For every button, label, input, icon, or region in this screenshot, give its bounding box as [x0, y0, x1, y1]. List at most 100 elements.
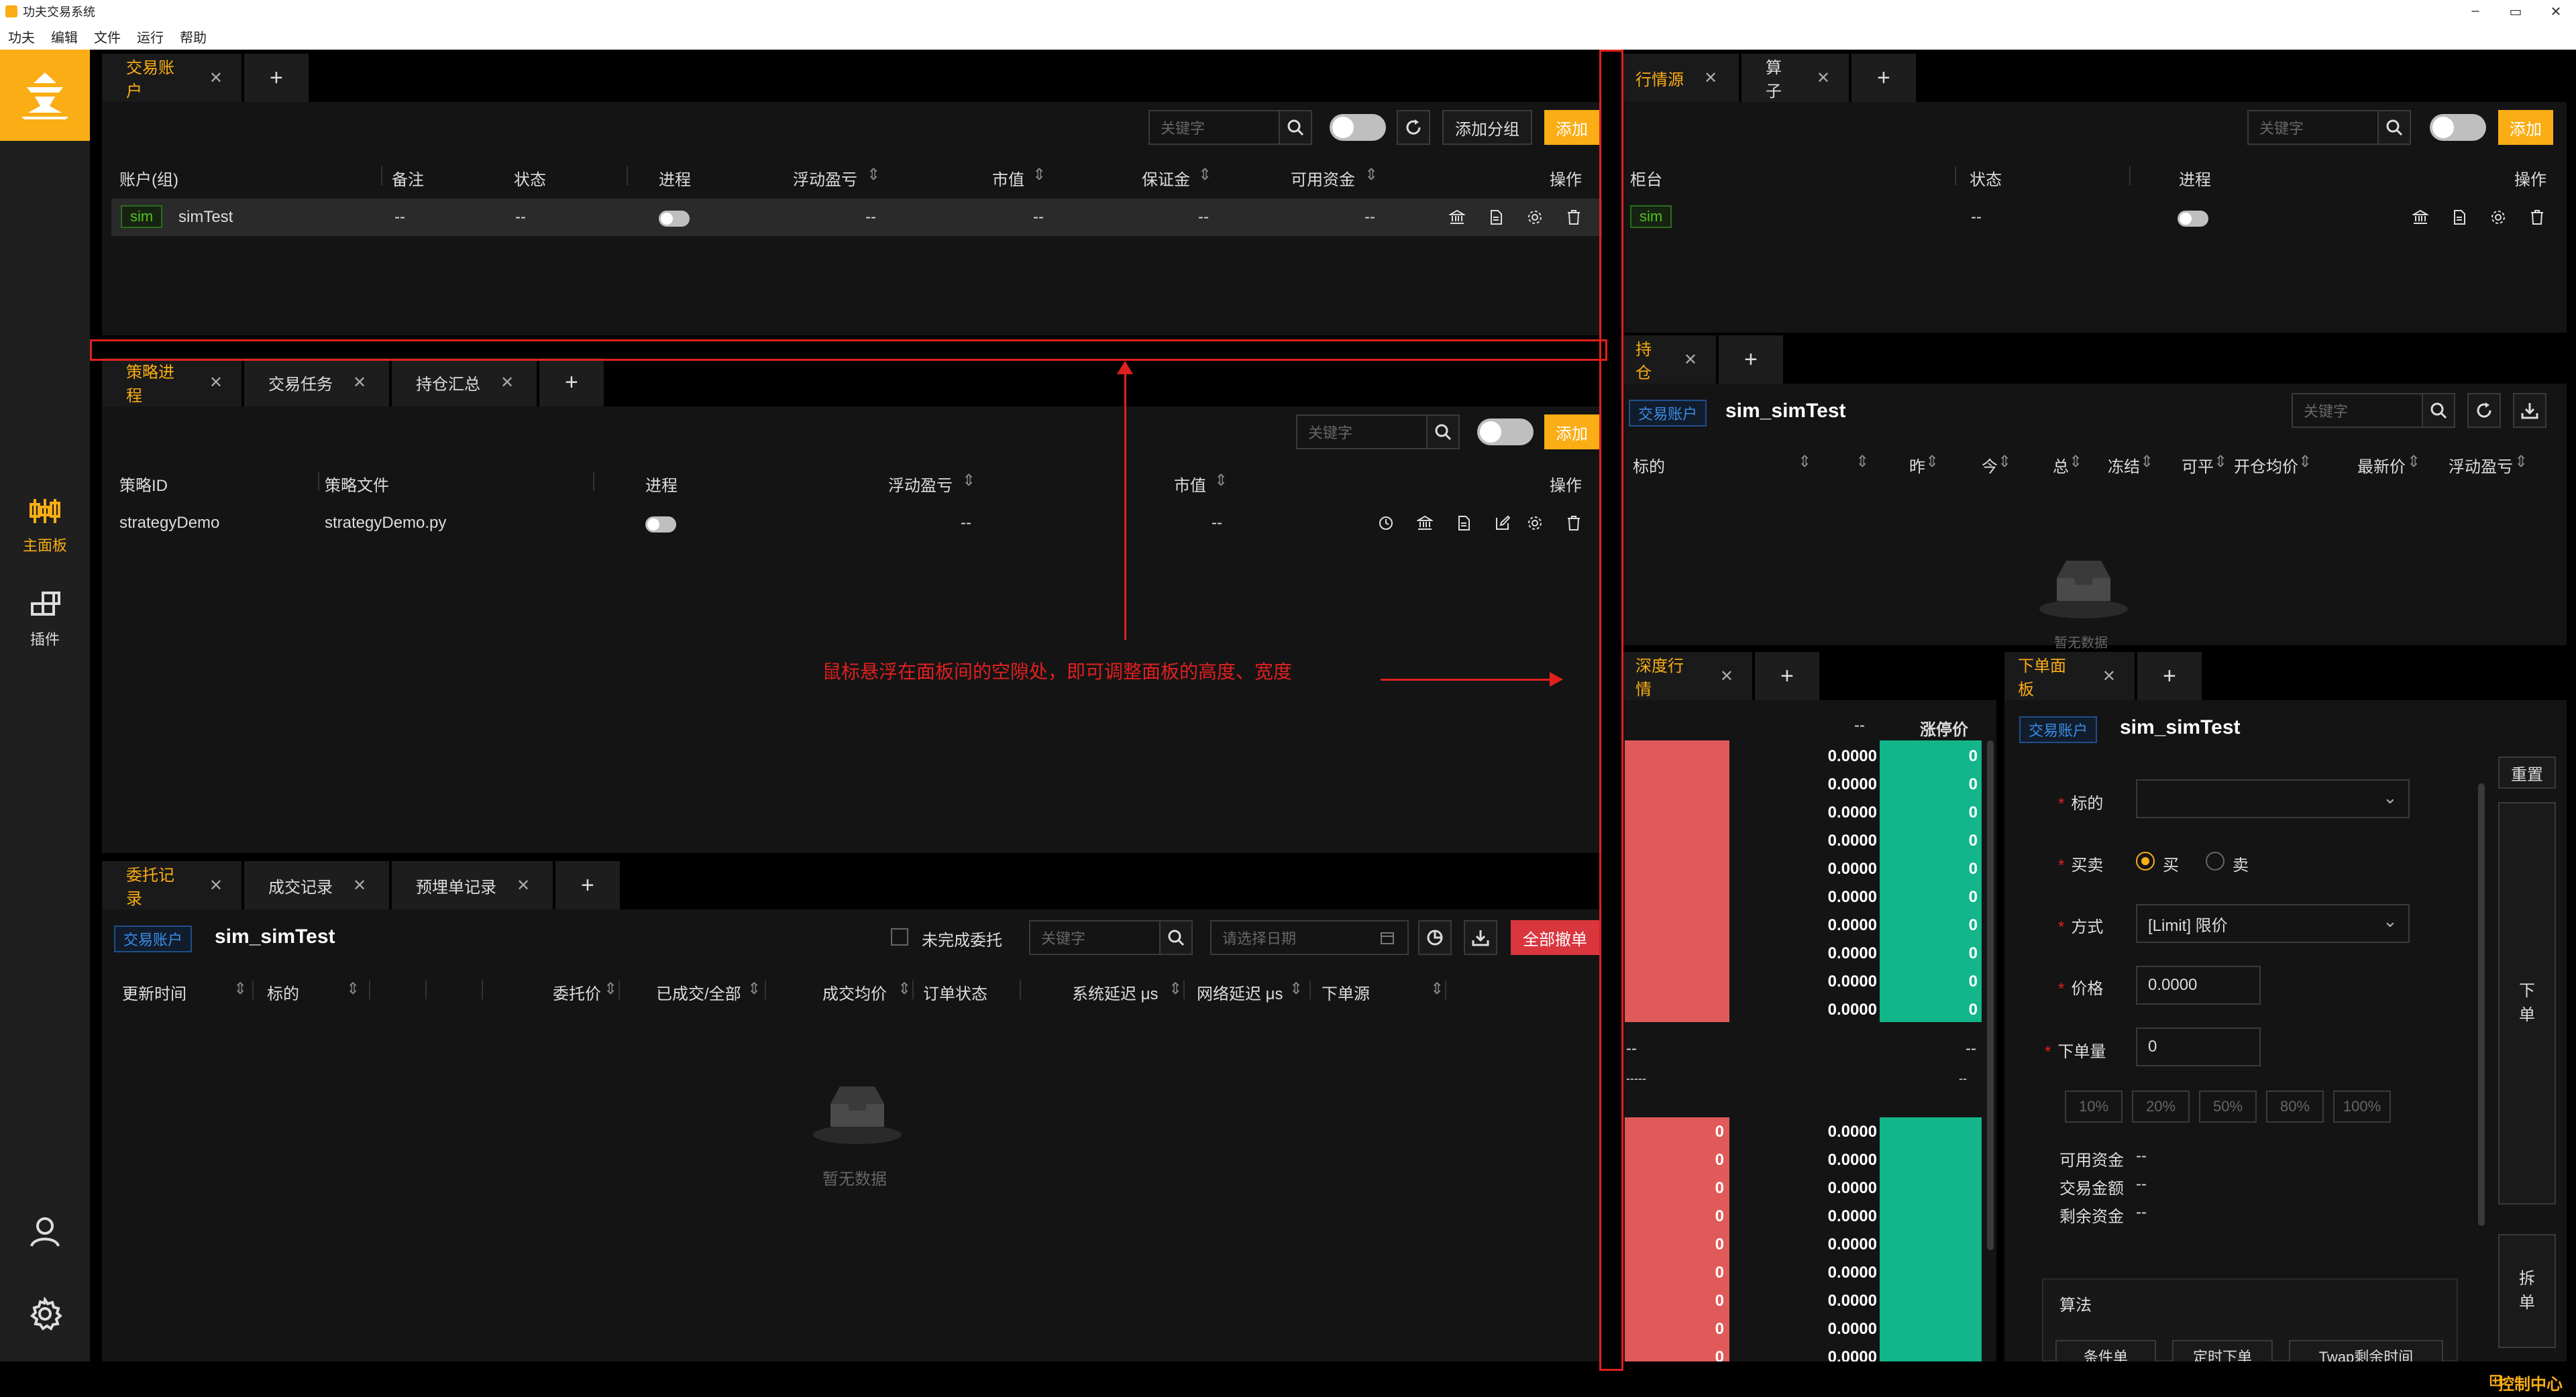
toggle-switch[interactable] [1477, 418, 1534, 445]
menu-item-kungfu[interactable]: 功夫 [8, 27, 35, 46]
split-order-button[interactable]: 拆 单 [2498, 1234, 2556, 1348]
add-group-button[interactable]: 添加分组 [1442, 110, 1532, 145]
download-button[interactable] [1464, 920, 1497, 955]
bid-price[interactable]: 0.0000 [1803, 1123, 1877, 1141]
ask-price[interactable]: 0.0000 [1803, 747, 1877, 766]
sort-icon[interactable]: ⇕ [1364, 165, 1378, 184]
sort-icon[interactable]: ⇕ [2214, 452, 2227, 471]
column-header[interactable]: 系统延迟 μs [1072, 981, 1159, 1004]
ask-price[interactable]: 0.0000 [1803, 944, 1877, 963]
add-tab-button[interactable]: + [1851, 54, 1919, 102]
add-tab-button[interactable]: + [1719, 335, 1786, 384]
tab-trade-records[interactable]: 成交记录 ✕ [244, 861, 392, 909]
close-icon[interactable]: ✕ [209, 373, 223, 392]
sort-icon[interactable]: ⇕ [2407, 452, 2420, 471]
ask-price[interactable]: 0.0000 [1803, 775, 1877, 794]
column-header[interactable]: 下单源 [1322, 981, 1370, 1004]
calendar-icon[interactable] [1379, 930, 1395, 946]
add-button[interactable]: 添加 [1544, 110, 1599, 145]
sidebar-item-plugins[interactable]: 插件 [0, 590, 90, 649]
ask-price[interactable]: 0.0000 [1803, 832, 1877, 850]
control-center-link[interactable]: 控制中心 [2498, 1371, 2563, 1394]
column-header[interactable]: 标的 [267, 981, 299, 1004]
close-icon[interactable]: ✕ [209, 876, 223, 895]
close-icon[interactable]: ✕ [517, 876, 530, 895]
delete-icon[interactable] [1566, 515, 1582, 531]
instrument-select[interactable] [2136, 779, 2410, 818]
add-tab-button[interactable]: + [2137, 652, 2204, 700]
tab-market-depth[interactable]: 深度行情 ✕ [1622, 652, 1755, 700]
column-header[interactable]: 可用资金 [1291, 166, 1355, 190]
sort-icon[interactable]: ⇕ [604, 979, 617, 999]
ask-price[interactable]: 0.0000 [1803, 972, 1877, 991]
search-input[interactable]: 关键字 [2292, 393, 2423, 428]
delete-icon[interactable] [1566, 209, 1582, 225]
sort-icon[interactable]: ⇕ [1289, 979, 1303, 999]
search-input[interactable]: 关键字 [1029, 920, 1161, 955]
sort-icon[interactable]: ⇕ [867, 165, 880, 184]
bank-icon[interactable] [1449, 209, 1465, 225]
column-header[interactable]: 昨 [1909, 453, 1925, 477]
column-header[interactable]: 市值 [1174, 472, 1206, 496]
sort-icon[interactable]: ⇕ [747, 979, 761, 999]
document-icon[interactable] [1456, 515, 1472, 531]
table-row[interactable]: strategyDemo strategyDemo.py -- -- [111, 504, 1602, 542]
search-input[interactable]: 关键字 [2247, 110, 2379, 145]
bank-icon[interactable] [1417, 515, 1433, 531]
process-toggle[interactable] [645, 516, 676, 533]
ask-price[interactable]: 0.0000 [1803, 1001, 1877, 1019]
menu-item-edit[interactable]: 编辑 [51, 27, 78, 46]
percent-80-button[interactable]: 80% [2266, 1091, 2324, 1123]
column-header[interactable]: 开仓均价 [2234, 453, 2298, 477]
close-icon[interactable]: ✕ [1704, 68, 1717, 88]
search-button[interactable] [1279, 110, 1312, 145]
ask-price[interactable]: 0.0000 [1803, 916, 1877, 935]
refresh-button[interactable] [1397, 110, 1430, 145]
history-icon[interactable] [1378, 515, 1394, 531]
add-tab-button[interactable]: + [539, 358, 606, 406]
close-icon[interactable]: ✕ [1684, 350, 1697, 370]
sort-icon[interactable]: ⇕ [1925, 452, 1939, 471]
settings-icon[interactable] [1527, 209, 1543, 225]
search-input[interactable]: 关键字 [1296, 414, 1428, 449]
order-mode-select[interactable]: [Limit] 限价 [2136, 904, 2410, 943]
sell-radio[interactable] [2206, 852, 2224, 871]
submit-order-button[interactable]: 下 单 [2498, 802, 2556, 1205]
sort-icon[interactable]: ⇕ [1214, 471, 1228, 490]
sort-icon[interactable]: ⇕ [1998, 452, 2011, 471]
percent-50-button[interactable]: 50% [2199, 1091, 2257, 1123]
column-header[interactable]: 标的 [1633, 453, 1665, 477]
close-icon[interactable]: ✕ [353, 876, 366, 895]
minimize-button[interactable]: – [2455, 3, 2496, 20]
sort-icon[interactable]: ⇕ [1032, 165, 1046, 184]
search-button[interactable] [2422, 393, 2455, 428]
column-header[interactable]: 网络延迟 μs [1197, 981, 1283, 1004]
toggle-switch[interactable] [1330, 114, 1386, 141]
column-header[interactable]: 浮动盈亏 [2449, 453, 2513, 477]
sort-icon[interactable]: ⇕ [962, 471, 975, 490]
search-input[interactable]: 关键字 [1148, 110, 1280, 145]
close-icon[interactable]: ✕ [353, 373, 366, 392]
tab-position-summary[interactable]: 持仓汇总 ✕ [392, 358, 539, 406]
bid-price[interactable]: 0.0000 [1803, 1264, 1877, 1282]
bid-price[interactable]: 0.0000 [1803, 1235, 1877, 1254]
sidebar-item-main-panel[interactable]: 主面板 [0, 496, 90, 555]
bid-price[interactable]: 0.0000 [1803, 1320, 1877, 1339]
tab-order-entry[interactable]: 下单面板 ✕ [2004, 652, 2137, 700]
cancel-all-button[interactable]: 全部撤单 [1511, 920, 1599, 955]
process-toggle[interactable] [659, 211, 690, 227]
add-tab-button[interactable]: + [244, 54, 311, 102]
column-header[interactable]: 市值 [992, 166, 1024, 190]
gear-icon[interactable] [28, 1296, 63, 1334]
bank-icon[interactable] [2412, 209, 2428, 225]
bid-price[interactable]: 0.0000 [1803, 1207, 1877, 1226]
close-icon[interactable]: ✕ [1817, 68, 1830, 88]
refresh-button[interactable] [2467, 393, 2501, 428]
search-button[interactable] [1159, 920, 1193, 955]
add-tab-button[interactable]: + [555, 861, 623, 909]
menu-item-run[interactable]: 运行 [137, 27, 164, 46]
close-icon[interactable]: ✕ [1720, 667, 1733, 686]
download-button[interactable] [2513, 393, 2546, 428]
document-icon[interactable] [1488, 209, 1504, 225]
edit-icon[interactable] [1495, 515, 1511, 531]
